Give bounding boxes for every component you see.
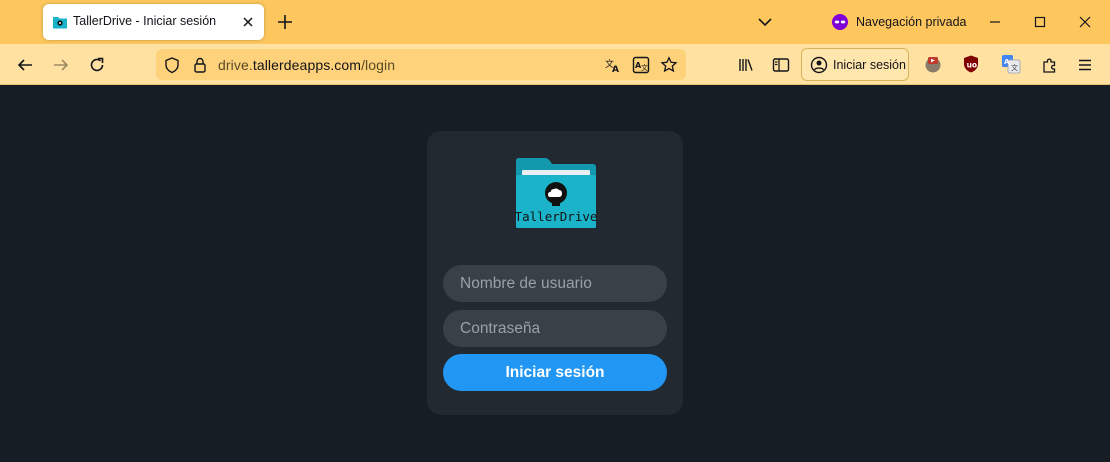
chevron-down-icon: [758, 18, 772, 27]
sidebar-button[interactable]: [767, 51, 795, 79]
extensions-button[interactable]: [1036, 51, 1064, 79]
lock-icon[interactable]: [191, 56, 209, 74]
library-button[interactable]: [732, 51, 760, 79]
maximize-icon: [1034, 16, 1046, 28]
app-menu-button[interactable]: [1071, 51, 1099, 79]
url-domain: tallerdeapps.com: [252, 57, 362, 73]
forward-button[interactable]: [47, 51, 75, 79]
sidebar-icon: [772, 58, 790, 72]
tab-tallerdrive[interactable]: TallerDrive - Iniciar sesión: [43, 4, 264, 40]
password-input[interactable]: [443, 310, 667, 347]
shield-icon[interactable]: [163, 56, 181, 74]
puzzle-piece-icon: [1043, 58, 1056, 73]
ublock-origin-icon[interactable]: uo: [961, 54, 981, 74]
account-signin-label: Iniciar sesión: [833, 57, 906, 72]
hamburger-menu-icon: [1079, 59, 1091, 71]
url-text[interactable]: drive.tallerdeapps.com/login: [218, 57, 395, 73]
page-translate-icon[interactable]: A 文: [632, 56, 650, 74]
reload-icon: [90, 57, 104, 72]
bookmark-star-icon[interactable]: [660, 56, 678, 74]
svg-text:A: A: [612, 65, 619, 74]
translate-icon[interactable]: 文 A: [604, 56, 622, 74]
maximize-button[interactable]: [1028, 10, 1052, 34]
tab-close-button[interactable]: [239, 13, 257, 31]
account-signin-button[interactable]: Iniciar sesión: [801, 48, 909, 81]
tallerdrive-logo: TallerDrive: [515, 158, 597, 228]
url-subdomain: drive.: [218, 57, 253, 73]
svg-text:uo: uo: [967, 61, 978, 70]
tab-title: TallerDrive - Iniciar sesión: [73, 14, 217, 28]
close-window-button[interactable]: [1073, 10, 1097, 34]
svg-text:文: 文: [1011, 63, 1018, 72]
private-browsing-label: Navegación privada: [856, 15, 967, 29]
new-tab-button[interactable]: [274, 11, 296, 33]
svg-text:文: 文: [641, 63, 648, 72]
private-mask-icon: [832, 14, 848, 30]
navigation-toolbar: drive.tallerdeapps.com/login 文 A A 文 Ini…: [0, 44, 1110, 85]
arrow-right-icon: [54, 59, 69, 71]
tallerdrive-folder-icon: [53, 17, 67, 29]
tab-strip: TallerDrive - Iniciar sesión Navegación …: [0, 0, 1110, 44]
login-card: TallerDrive Iniciar sesión: [427, 131, 683, 415]
username-input[interactable]: [443, 265, 667, 302]
logo-text: TallerDrive: [515, 209, 597, 224]
extension-video-icon[interactable]: [923, 54, 943, 74]
plus-icon: [278, 15, 292, 29]
minimize-button[interactable]: [983, 10, 1007, 34]
library-icon: [739, 59, 753, 71]
page-viewport: TallerDrive Iniciar sesión: [0, 85, 1110, 462]
list-all-tabs-button[interactable]: [755, 12, 775, 32]
login-submit-button[interactable]: Iniciar sesión: [443, 354, 667, 391]
translate-extension-icon[interactable]: A 文: [1001, 54, 1021, 74]
back-button[interactable]: [11, 51, 39, 79]
svg-text:A: A: [1004, 58, 1010, 66]
reload-button[interactable]: [83, 51, 111, 79]
url-path: /login: [361, 57, 396, 73]
private-browsing-indicator: Navegación privada: [831, 12, 967, 32]
close-icon: [1079, 16, 1091, 28]
close-icon: [243, 17, 253, 27]
address-bar[interactable]: drive.tallerdeapps.com/login 文 A A 文: [156, 49, 686, 80]
account-icon: [810, 56, 828, 73]
minimize-icon: [990, 21, 1000, 23]
arrow-left-icon: [17, 59, 32, 71]
